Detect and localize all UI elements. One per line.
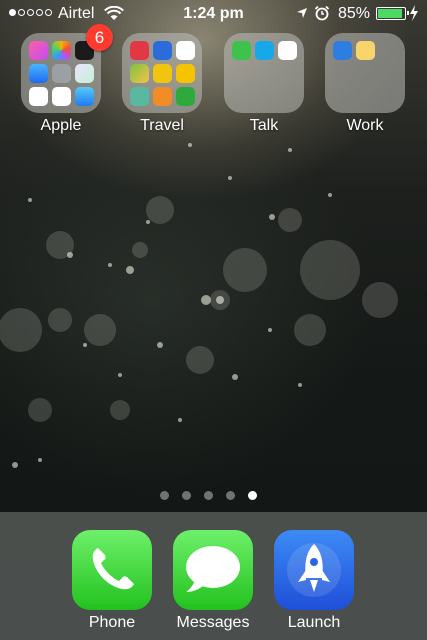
- calendar-grid-icon: [356, 41, 375, 60]
- page-indicator[interactable]: [0, 491, 427, 501]
- game-center-icon: [75, 64, 94, 83]
- notification-badge: 6: [86, 24, 113, 51]
- messages-label: Messages: [176, 614, 250, 631]
- rocket-icon: [287, 543, 341, 597]
- contacts-icon: [52, 64, 71, 83]
- foursquare-icon: [153, 41, 172, 60]
- taxi-icon: [176, 64, 195, 83]
- page-dot: [204, 491, 213, 500]
- checkmark-app-icon: [153, 87, 172, 106]
- folder-travel[interactable]: [122, 33, 202, 113]
- gmail-icon: [278, 41, 297, 60]
- wallet-icon: [130, 87, 149, 106]
- messages-icon: [186, 546, 240, 592]
- battery-percentage: 85%: [338, 5, 371, 22]
- page-dot: [160, 491, 169, 500]
- flight-icon: [176, 87, 195, 106]
- page-dot: [182, 491, 191, 500]
- alarm-clock-icon: [314, 5, 330, 21]
- safari-icon: [29, 64, 48, 83]
- location-arrow-icon: [297, 8, 307, 18]
- skype-icon: [255, 41, 274, 60]
- phone-icon: [92, 548, 134, 590]
- charging-bolt-icon: [410, 5, 418, 21]
- phone-app-icon[interactable]: [72, 530, 152, 610]
- voice-memos-icon: [52, 87, 71, 106]
- folder-label: Work: [346, 117, 384, 134]
- folder-label: Travel: [140, 117, 184, 134]
- music-icon: [29, 41, 48, 60]
- mail-icon: [75, 87, 94, 106]
- uber-icon: [176, 41, 195, 60]
- photos-icon: [52, 41, 71, 60]
- zomato-icon: [130, 41, 149, 60]
- folder-label: Apple: [40, 117, 82, 134]
- launch-app-icon[interactable]: [274, 530, 354, 610]
- folder-talk[interactable]: [224, 33, 304, 113]
- status-bar: Airtel 1:24 pm 85%: [0, 0, 427, 28]
- calendar-icon: [29, 87, 48, 106]
- folder-label: Talk: [249, 117, 279, 134]
- trello-icon: [333, 41, 352, 60]
- circle-app-icon: [153, 64, 172, 83]
- page-dot: [226, 491, 235, 500]
- messages-app-icon[interactable]: [173, 530, 253, 610]
- whatsapp-icon: [232, 41, 251, 60]
- phone-label: Phone: [88, 614, 136, 631]
- page-dot: [248, 491, 257, 500]
- launch-label: Launch: [287, 614, 341, 631]
- folder-work[interactable]: [325, 33, 405, 113]
- battery-icon: [376, 7, 409, 20]
- maps-icon: [130, 64, 149, 83]
- battery-level-fill: [378, 9, 402, 18]
